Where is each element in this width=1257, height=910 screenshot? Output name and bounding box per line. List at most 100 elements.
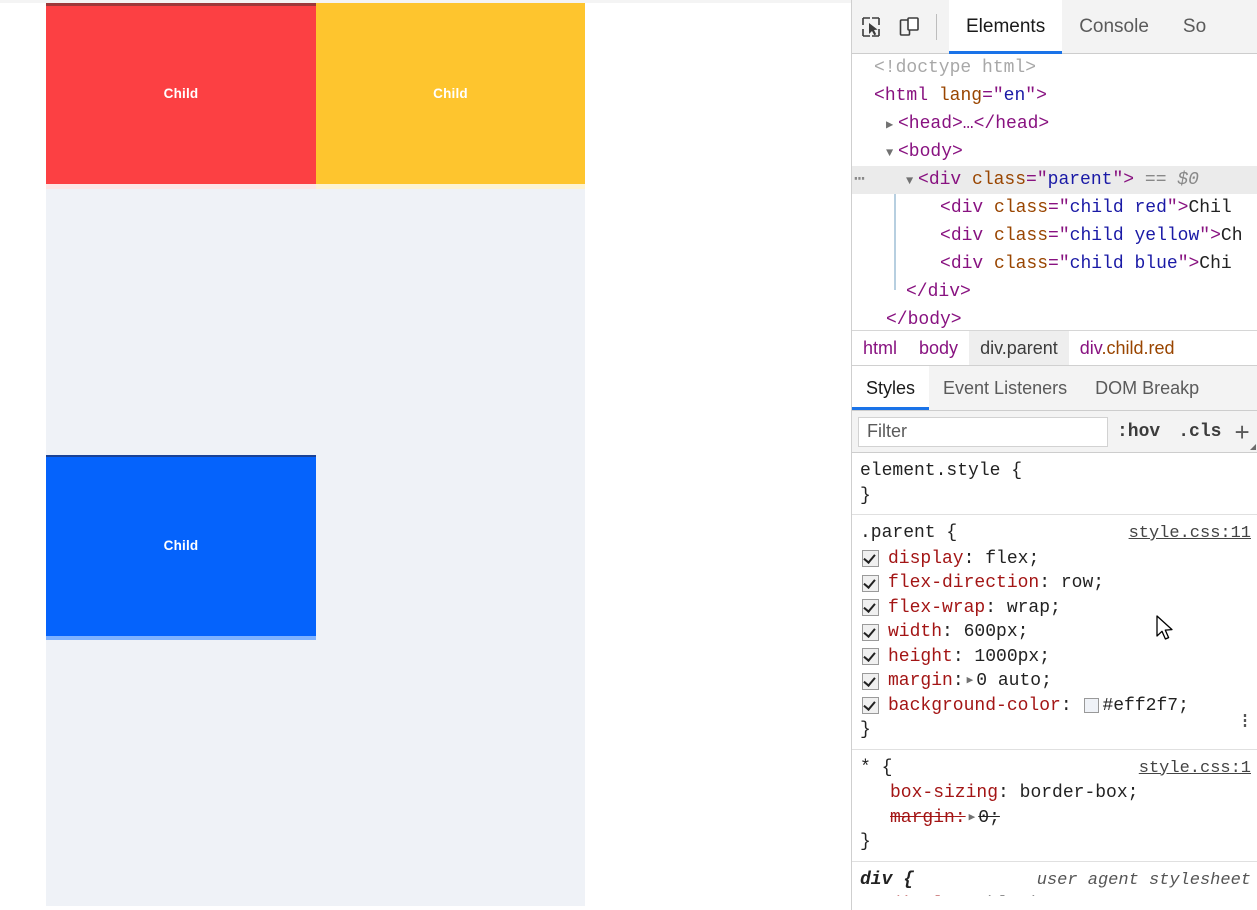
child-red-text: Chil xyxy=(1188,198,1232,218)
new-style-rule-button[interactable]: + xyxy=(1230,419,1256,450)
rule-universal-origin-link[interactable]: style.css:1 xyxy=(1139,757,1251,782)
rule-universal-selector[interactable]: * { xyxy=(860,756,892,781)
dom-node-child-blue[interactable]: <div class="child blue">Chi xyxy=(852,250,1257,278)
declaration-checkbox-margin[interactable] xyxy=(862,672,879,690)
tab-sources[interactable]: So xyxy=(1166,0,1223,54)
child-box-red[interactable]: Child xyxy=(46,3,316,184)
declaration-checkbox-display[interactable] xyxy=(862,550,879,568)
browser-viewport: Child Child Child xyxy=(0,0,851,910)
rule-div-selector[interactable]: div { xyxy=(860,868,914,893)
declaration-checkbox-flex-wrap[interactable] xyxy=(862,599,879,617)
child-red-attr-value: child red xyxy=(1069,198,1167,218)
chevron-right-icon-margin[interactable]: ▶ xyxy=(964,669,977,694)
tab-event-listeners[interactable]: Event Listeners xyxy=(929,366,1081,410)
rule-element-style-selector[interactable]: element.style { xyxy=(860,459,1022,484)
html-tag-name: html xyxy=(884,86,929,106)
head-text: <head>…</head> xyxy=(898,114,1050,134)
rule-more-options-icon[interactable]: · · · xyxy=(1239,706,1251,736)
selection-highlight-red xyxy=(46,184,316,189)
declaration-display-block-value[interactable]: block xyxy=(987,893,1041,896)
tab-console[interactable]: Console xyxy=(1062,0,1166,54)
declaration-flex-direction-value[interactable]: row xyxy=(1061,571,1093,596)
dom-node-child-red[interactable]: <div class="child red">Chil xyxy=(852,194,1257,222)
parent-container[interactable]: Child Child Child xyxy=(46,3,585,906)
rule-element-style[interactable]: element.style { } xyxy=(852,453,1257,515)
child-red-attr-name: class xyxy=(994,198,1049,218)
declaration-display-block[interactable]: display: block; xyxy=(860,893,1257,896)
breadcrumb-item-html[interactable]: html xyxy=(852,331,908,365)
selection-outline-top xyxy=(46,3,316,6)
declaration-margin-overridden-value[interactable]: 0 xyxy=(978,806,989,831)
declaration-height[interactable]: height: 1000px; xyxy=(860,645,1257,670)
declaration-margin-overridden[interactable]: margin: ▶ 0; xyxy=(860,806,1257,831)
device-toolbar-icon[interactable] xyxy=(890,0,928,54)
styles-tab-bar: Styles Event Listeners DOM Breakp xyxy=(852,365,1257,411)
rule-element-style-selector-text: element.style xyxy=(860,461,1001,481)
rule-parent-selector[interactable]: .parent { xyxy=(860,521,957,546)
breadcrumb-item-body[interactable]: body xyxy=(908,331,969,365)
breadcrumb-item-div-parent[interactable]: div.parent xyxy=(969,331,1069,365)
child-label-blue: Child xyxy=(163,538,199,553)
child-yellow-tag-name: div xyxy=(950,226,984,246)
cls-toggle-label: .cls xyxy=(1178,421,1222,442)
declaration-display[interactable]: display: flex; xyxy=(860,547,1257,572)
declaration-box-sizing-property: box-sizing xyxy=(890,783,999,803)
child-yellow-text: Ch xyxy=(1220,226,1243,246)
declaration-checkbox-height[interactable] xyxy=(862,648,879,666)
tab-styles-label: Styles xyxy=(866,377,916,398)
inspect-cursor-icon[interactable] xyxy=(852,0,890,54)
declaration-flex-wrap[interactable]: flex-wrap: wrap; xyxy=(860,596,1257,621)
breadcrumb-child-red-classes: .child.red xyxy=(1101,338,1175,358)
child-box-yellow[interactable]: Child xyxy=(316,3,585,184)
chevron-right-icon-margin-universal[interactable]: ▶ xyxy=(966,806,979,831)
chevron-right-icon[interactable]: ▶ xyxy=(886,111,898,138)
chevron-down-icon[interactable]: ▼ xyxy=(886,139,898,166)
tab-dom-breakpoints[interactable]: DOM Breakp xyxy=(1081,366,1213,410)
child-box-blue[interactable]: Child xyxy=(46,455,316,636)
hov-toggle-button[interactable]: :hov xyxy=(1108,422,1169,442)
rule-div-origin-label: user agent stylesheet xyxy=(1036,870,1251,890)
dom-node-head[interactable]: ▶ <head>…</head> xyxy=(852,110,1257,138)
rule-div-selector-text: div xyxy=(860,869,893,890)
child-yellow-attr-name: class xyxy=(994,226,1049,246)
chevron-down-icon-parent[interactable]: ▼ xyxy=(906,167,918,194)
declaration-flex-wrap-value[interactable]: wrap xyxy=(1007,596,1050,621)
declaration-checkbox-background-color[interactable] xyxy=(862,697,879,715)
breadcrumb-item-div-child-red[interactable]: div.child.red xyxy=(1069,331,1186,365)
tab-styles[interactable]: Styles xyxy=(852,366,930,410)
declaration-background-color-value[interactable]: #eff2f7 xyxy=(1102,694,1178,719)
child-label-red: Child xyxy=(163,86,199,101)
rule-universal[interactable]: * { style.css:1 box-sizing: border-box; … xyxy=(852,750,1257,862)
declaration-flex-direction[interactable]: flex-direction: row; xyxy=(860,571,1257,596)
ellipsis-icon[interactable]: ⋯ xyxy=(854,166,866,194)
declaration-background-color[interactable]: background-color: #eff2f7; xyxy=(860,694,1257,719)
selection-highlight-yellow xyxy=(316,184,585,189)
declaration-height-value[interactable]: 1000px xyxy=(974,645,1039,670)
dom-node-child-yellow[interactable]: <div class="child yellow">Ch xyxy=(852,222,1257,250)
dom-node-body-close[interactable]: </body> xyxy=(852,306,1257,330)
dom-node-body[interactable]: ▼ <body> xyxy=(852,138,1257,166)
devtools-panel: Elements Console So <!doctype html> <htm… xyxy=(851,0,1257,910)
tab-elements[interactable]: Elements xyxy=(949,0,1063,54)
rule-parent-origin-link[interactable]: style.css:11 xyxy=(1129,522,1251,547)
rule-div-user-agent[interactable]: div { user agent stylesheet display: blo… xyxy=(852,862,1257,897)
declaration-box-sizing[interactable]: box-sizing: border-box; xyxy=(860,781,1257,806)
dom-node-html[interactable]: <html lang="en"> xyxy=(852,82,1257,110)
declaration-box-sizing-value[interactable]: border-box xyxy=(1020,781,1128,806)
declaration-checkbox-width[interactable] xyxy=(862,623,879,641)
doctype-text: <!doctype html> xyxy=(874,58,1037,78)
rule-parent[interactable]: .parent { style.css:11 display: flex; fl… xyxy=(852,515,1257,750)
dom-node-parent-close[interactable]: </div> xyxy=(852,278,1257,306)
dom-node-parent[interactable]: ⋯ ▼ <div class="parent"> == $0 xyxy=(852,166,1257,194)
color-swatch[interactable] xyxy=(1084,698,1100,714)
rule-parent-close: } xyxy=(860,720,871,740)
declaration-checkbox-flex-direction[interactable] xyxy=(862,574,879,592)
declaration-display-value[interactable]: flex xyxy=(985,547,1028,572)
dom-node-doctype[interactable]: <!doctype html> xyxy=(852,54,1257,82)
declaration-margin-value[interactable]: 0 auto xyxy=(976,669,1041,694)
styles-filter-input[interactable] xyxy=(858,416,1108,447)
declaration-width[interactable]: width: 600px; xyxy=(860,620,1257,645)
cls-toggle-button[interactable]: .cls xyxy=(1169,422,1230,442)
declaration-width-value[interactable]: 600px xyxy=(964,620,1018,645)
declaration-margin[interactable]: margin: ▶ 0 auto; xyxy=(860,669,1257,694)
